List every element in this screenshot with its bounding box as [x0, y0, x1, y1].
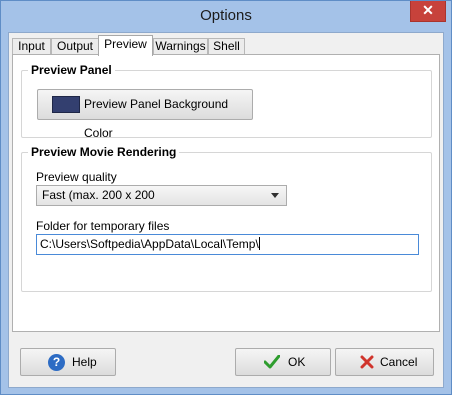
ok-button[interactable]: OK: [235, 348, 331, 376]
movie-rendering-group: Preview Movie Rendering Preview quality …: [21, 145, 432, 292]
dialog-client-area: Input Output Preview Warnings Shell Prev…: [8, 32, 444, 388]
options-window: Options ✕ Input Output Preview Warnings …: [0, 0, 452, 395]
preview-panel-legend: Preview Panel: [28, 63, 115, 77]
temp-folder-input[interactable]: C:\Users\Softpedia\AppData\Local\Temp\: [36, 234, 419, 255]
tab-input[interactable]: Input: [12, 38, 51, 55]
window-title: Options: [200, 7, 252, 24]
cancel-button-label: Cancel: [380, 355, 418, 369]
preview-quality-label: Preview quality: [36, 170, 117, 184]
preview-tab-panel: Preview Panel Preview Panel Background C…: [12, 54, 440, 332]
red-x-icon: [360, 355, 374, 369]
help-icon: ?: [48, 354, 65, 371]
help-button[interactable]: ? Help: [20, 348, 116, 376]
tab-warnings[interactable]: Warnings: [153, 38, 208, 55]
background-color-button[interactable]: Preview Panel Background Color: [37, 89, 253, 140]
ok-button-label: OK: [288, 355, 306, 369]
background-color-button-label: Preview Panel Background Color: [84, 97, 229, 140]
preview-quality-value: Fast (max. 200 x 200: [42, 188, 155, 202]
text-caret: [258, 237, 260, 250]
title-bar[interactable]: Options ✕: [1, 1, 451, 31]
temp-folder-value: C:\Users\Softpedia\AppData\Local\Temp\: [40, 237, 259, 251]
preview-panel-group: Preview Panel Preview Panel Background C…: [21, 63, 432, 140]
cancel-button[interactable]: Cancel: [335, 348, 434, 376]
tab-shell[interactable]: Shell: [208, 38, 245, 55]
tab-output[interactable]: Output: [51, 38, 99, 55]
chevron-down-icon: [271, 193, 279, 198]
help-button-label: Help: [72, 355, 97, 369]
checkmark-icon: [264, 355, 280, 369]
close-button[interactable]: ✕: [410, 1, 446, 22]
preview-quality-select[interactable]: Fast (max. 200 x 200: [36, 185, 287, 206]
color-swatch: [52, 96, 80, 113]
close-icon: ✕: [422, 2, 434, 18]
movie-rendering-legend: Preview Movie Rendering: [28, 145, 180, 159]
tab-preview[interactable]: Preview: [98, 35, 153, 56]
temp-folder-label: Folder for temporary files: [36, 219, 170, 233]
dialog-button-bar: ? Help OK Cancel: [12, 341, 440, 383]
